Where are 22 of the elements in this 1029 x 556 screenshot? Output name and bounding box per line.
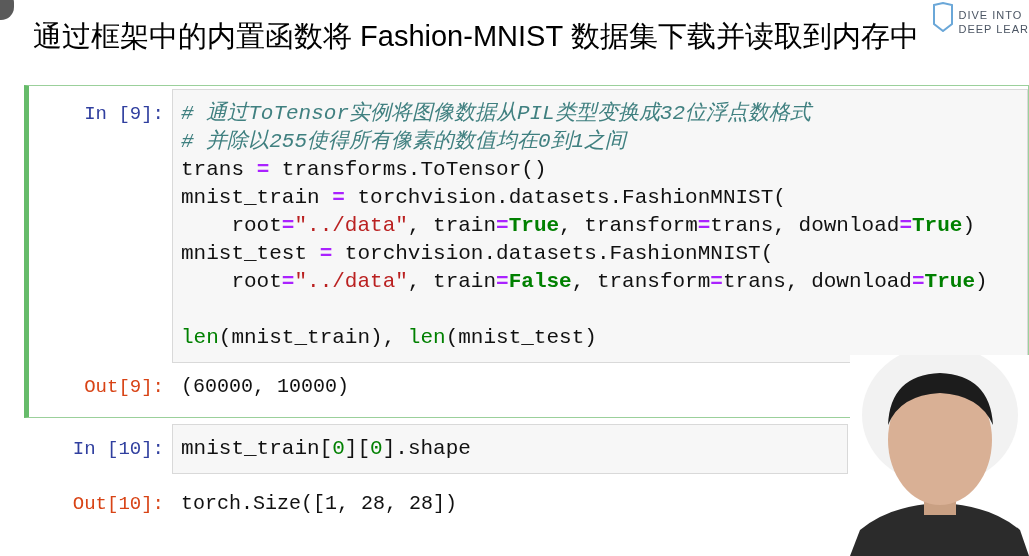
code-cell-input[interactable]: mnist_train[0][0].shape [172,424,848,474]
code-line: len(mnist_train), len(mnist_test) [181,325,598,351]
code-line: root="../data", train=True, transform=trans, download=True) [230,213,976,239]
code-line: mnist_train = torchvision.datasets.FashionMNIST( [181,185,787,211]
output-prompt: Out[9]: [83,375,165,400]
code-line: mnist_test = torchvision.datasets.FashionMNIST( [181,241,775,267]
code-cell-input[interactable] [172,89,1028,363]
cell-output: (60000, 10000) [180,374,350,400]
cell-output: torch.Size([1, 28, 28]) [180,491,458,517]
input-prompt: In [9]: [83,102,165,127]
code-line: mnist_train[0][0].shape [181,436,472,462]
input-prompt: In [10]: [71,437,165,462]
code-line: trans = transforms.ToTensor() [181,157,548,183]
slide-title: 通过框架中的内置函数将 Fashion-MNIST 数据集下载并读取到内存中 [33,19,919,54]
selected-cell-frame[interactable] [24,85,1029,418]
code-line: # 通过ToTensor实例将图像数据从PIL类型变换成32位浮点数格式 [181,100,815,127]
code-line: root="../data", train=False, transform=trans, download=True) [230,269,989,295]
code-line: # 并除以255使得所有像素的数值均在0到1之间 [181,128,629,155]
shield-logo-icon [932,2,955,32]
logo-text: DEEP LEAR [958,22,1029,36]
logo-text: DIVE INTO [958,8,1024,22]
output-prompt: Out[10]: [71,492,165,517]
